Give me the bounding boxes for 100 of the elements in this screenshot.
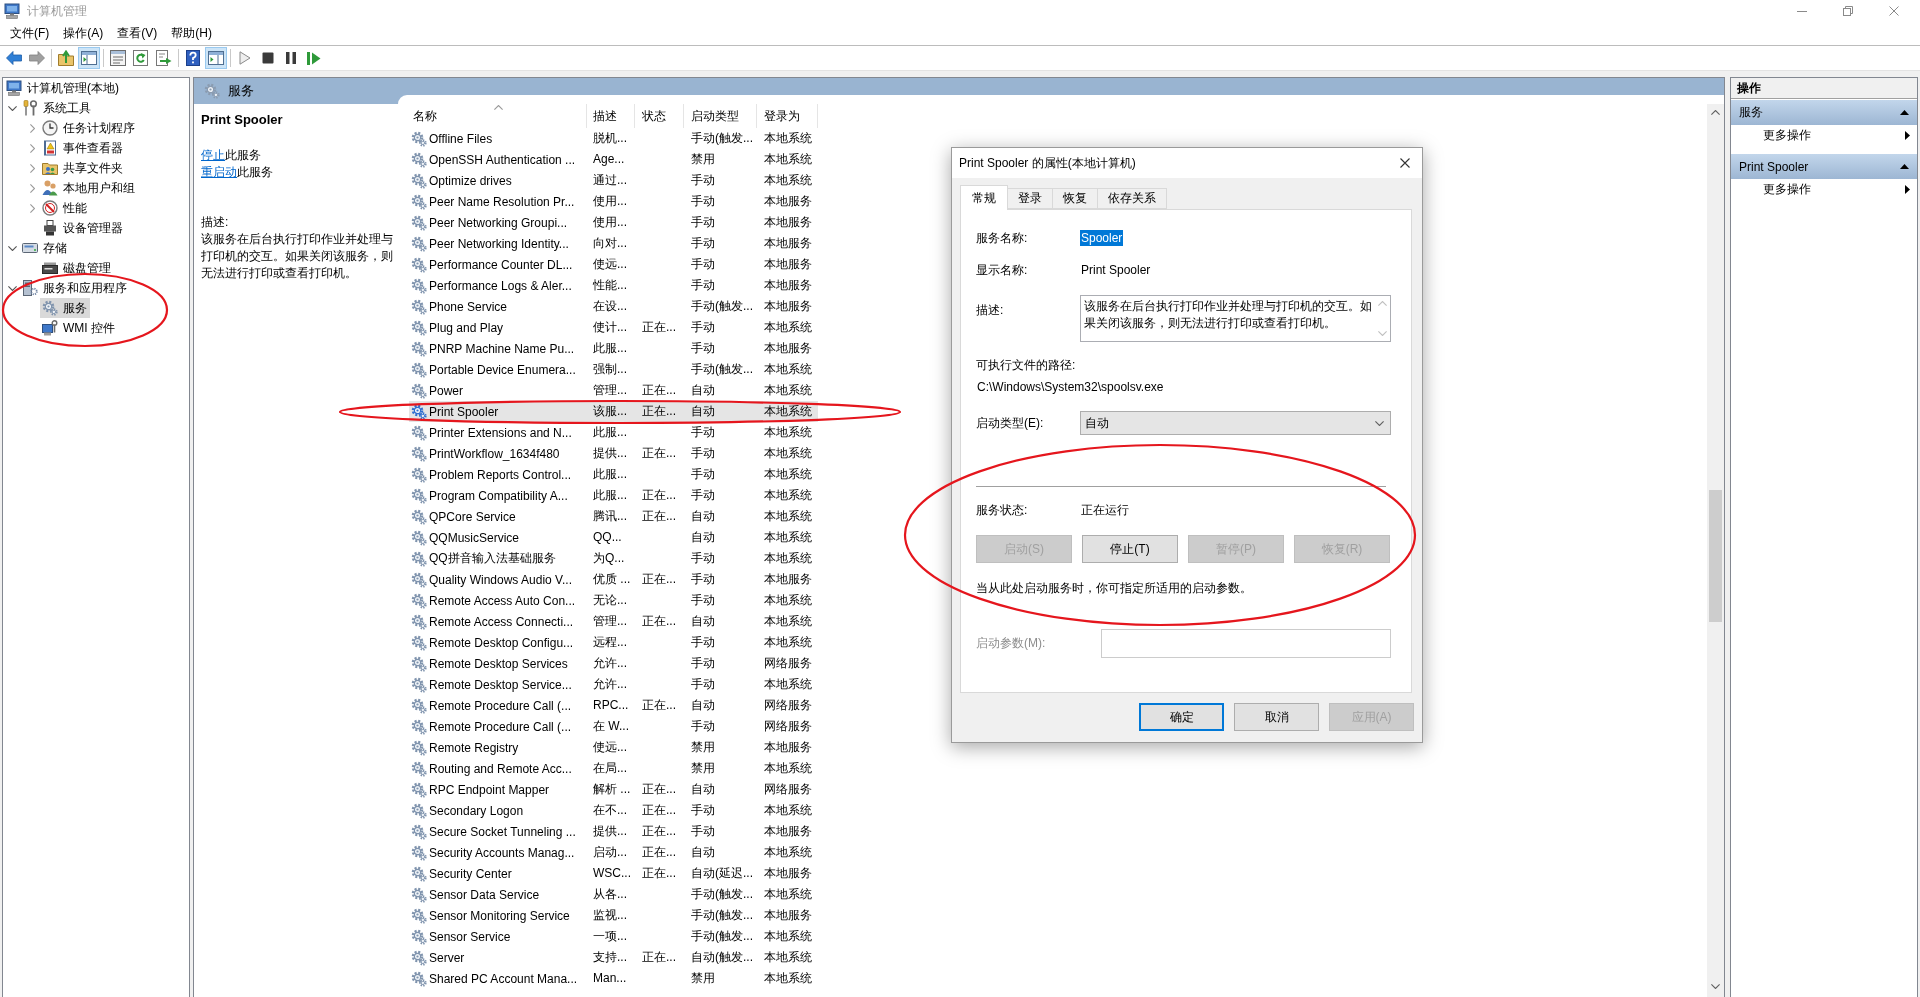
chevron-right-icon[interactable] xyxy=(29,183,35,193)
tree-item[interactable]: 服务和应用程序 xyxy=(20,278,130,298)
service-name: Remote Access Connecti... xyxy=(429,614,574,629)
description-field[interactable]: 该服务在后台执行打印作业并处理与打印机的交互。如果关闭该服务，则无法进行打印或查看打印机。 xyxy=(1080,295,1391,342)
service-row[interactable]: Peer Networking Groupi... 使用... 手动 本地服务 xyxy=(409,212,818,233)
service-row[interactable]: PrintWorkflow_1634f480 提供... 正在... 手动 本地系统 xyxy=(409,443,818,464)
service-row[interactable]: Printer Extensions and N... 此服... 手动 本地系统 xyxy=(409,422,818,443)
service-row[interactable]: Phone Service 在设... 手动(触发... 本地服务 xyxy=(409,296,818,317)
gear-icon xyxy=(411,613,427,630)
tree-item[interactable]: 磁盘管理 xyxy=(40,258,114,278)
service-row[interactable]: Server 支持... 正在... 自动(触发... 本地系统 xyxy=(409,947,818,968)
chevron-down-icon[interactable] xyxy=(7,245,17,251)
tree-item[interactable]: 事件查看器 xyxy=(40,138,126,158)
service-row[interactable]: Quality Windows Audio V... 优质 ... 正在... 手动 本地服务 xyxy=(409,569,818,590)
service-row[interactable]: Program Compatibility A... 此服... 正在... 手动 本地系统 xyxy=(409,485,818,506)
service-row[interactable]: OpenSSH Authentication ... Age... 禁用 本地系统 xyxy=(409,149,818,170)
tree-item[interactable]: 共享文件夹 xyxy=(40,158,126,178)
tree-item[interactable]: 设备管理器 xyxy=(40,218,126,238)
service-row[interactable]: Remote Access Connecti... 管理... 正在... 自动 本地系统 xyxy=(409,611,818,632)
service-row[interactable]: QPCore Service 腾讯... 正在... 自动 本地系统 xyxy=(409,506,818,527)
chevron-down-icon[interactable] xyxy=(7,105,17,111)
service-row[interactable]: Performance Logs & Aler... 性能... 手动 本地服务 xyxy=(409,275,818,296)
startup-type-dropdown[interactable]: 自动 xyxy=(1080,411,1391,435)
tab[interactable]: 登录 xyxy=(1007,188,1053,209)
service-row[interactable]: PNRP Machine Name Pu... 此服... 手动 本地服务 xyxy=(409,338,818,359)
table-cell-text: 本地系统 xyxy=(763,508,813,525)
service-row[interactable]: RPC Endpoint Mapper 解析 ... 正在... 自动 网络服务 xyxy=(409,779,818,800)
service-row[interactable]: Problem Reports Control... 此服... 手动 本地系统 xyxy=(409,464,818,485)
pane-toggle-button[interactable] xyxy=(205,47,227,69)
tree-item[interactable]: 任务计划程序 xyxy=(40,118,138,138)
service-row[interactable]: Remote Desktop Services 允许... 手动 网络服务 xyxy=(409,653,818,674)
tree-item[interactable]: 系统工具 xyxy=(20,98,94,118)
service-row[interactable]: Remote Desktop Service... 允许... 手动 本地系统 xyxy=(409,674,818,695)
service-row[interactable]: Secure Socket Tunneling ... 提供... 正在... 手动 本地服务 xyxy=(409,821,818,842)
service-row[interactable]: Sensor Monitoring Service 监视... 手动(触发... 本地服务 xyxy=(409,905,818,926)
service-row[interactable]: Offline Files 脱机... 手动(触发... 本地系统 xyxy=(409,128,818,149)
service-row[interactable]: Peer Name Resolution Pr... 使用... 手动 本地服务 xyxy=(409,191,818,212)
service-row[interactable]: QQMusicService QQ... 自动 本地系统 xyxy=(409,527,818,548)
service-row[interactable]: Remote Registry 使远... 禁用 本地服务 xyxy=(409,737,818,758)
tree-item[interactable]: 存储 xyxy=(20,238,70,258)
table-cell-text: 手动 xyxy=(690,487,716,504)
scrollbar-thumb[interactable] xyxy=(1709,490,1722,622)
service-row[interactable]: QQ拼音输入法基础服务 为Q... 手动 本地系统 xyxy=(409,548,818,569)
chevron-up-icon xyxy=(1711,110,1720,115)
column-header[interactable]: 登录为 xyxy=(757,104,818,128)
chevron-right-icon[interactable] xyxy=(29,123,35,133)
column-header[interactable]: 状态 xyxy=(635,104,684,128)
service-row[interactable]: Security Accounts Manag... 启动... 正在... 自动 本地系统 xyxy=(409,842,818,863)
stop-button[interactable]: 停止(T) xyxy=(1082,535,1178,563)
service-row[interactable]: Power 管理... 正在... 自动 本地系统 xyxy=(409,380,818,401)
tab[interactable]: 常规 xyxy=(960,185,1008,210)
action-link[interactable]: 重启动 xyxy=(201,165,237,179)
tab[interactable]: 依存关系 xyxy=(1097,188,1167,209)
action-item[interactable]: 更多操作 xyxy=(1731,179,1917,199)
service-row[interactable]: Optimize drives 通过... 手动 本地系统 xyxy=(409,170,818,191)
service-row[interactable]: Performance Counter DL... 使远... 手动 本地服务 xyxy=(409,254,818,275)
column-header[interactable]: 描述 xyxy=(587,104,635,128)
tab[interactable]: 恢复 xyxy=(1052,188,1098,209)
menu-item[interactable]: 查看(V) xyxy=(110,22,165,45)
table-cell-text: 提供... xyxy=(592,445,628,462)
service-row[interactable]: Sensor Data Service 从各... 手动(触发... 本地系统 xyxy=(409,884,818,905)
tree-toggle-button[interactable] xyxy=(78,47,100,69)
service-row[interactable]: Sensor Service 一项... 手动(触发... 本地系统 xyxy=(409,926,818,947)
service-row[interactable]: Peer Networking Identity... 向对... 手动 本地服务 xyxy=(409,233,818,254)
properties-button[interactable] xyxy=(107,47,129,69)
service-row[interactable]: Remote Desktop Configu... 远程... 手动 本地系统 xyxy=(409,632,818,653)
chevron-right-icon[interactable] xyxy=(29,143,35,153)
column-header[interactable]: 启动类型 xyxy=(684,104,757,128)
action-link[interactable]: 停止 xyxy=(201,148,225,162)
triangle-up-icon xyxy=(1900,110,1909,115)
tree-item[interactable]: 服务 xyxy=(40,298,90,318)
tree-item[interactable]: 性能 xyxy=(40,198,90,218)
menu-item[interactable]: 帮助(H) xyxy=(164,22,219,45)
gear-icon xyxy=(411,466,427,483)
section-header[interactable]: 服务 xyxy=(1731,100,1917,125)
menu-item[interactable]: 文件(F) xyxy=(3,22,57,45)
cancel-button[interactable]: 取消 xyxy=(1234,703,1319,731)
menu-item[interactable]: 操作(A) xyxy=(56,22,111,45)
service-row[interactable]: Shared PC Account Mana... Man... 禁用 本地系统 xyxy=(409,968,818,989)
tree-item[interactable]: 本地用户和组 xyxy=(40,178,138,198)
service-row[interactable]: Plug and Play 使计... 正在... 手动 本地系统 xyxy=(409,317,818,338)
tree-item[interactable]: 计算机管理(本地) xyxy=(4,78,122,98)
ok-button[interactable]: 确定 xyxy=(1139,703,1224,731)
tree-item[interactable]: WMI 控件 xyxy=(40,318,118,338)
table-cell-text: 禁用 xyxy=(690,760,716,777)
chevron-right-icon[interactable] xyxy=(29,203,35,213)
column-header[interactable]: 名称 xyxy=(409,104,587,128)
service-name: Phone Service xyxy=(429,299,508,314)
service-row[interactable]: Security Center WSC... 正在... 自动(延迟... 本地服务 xyxy=(409,863,818,884)
service-row[interactable]: Remote Procedure Call (... 在 W... 手动 网络服务 xyxy=(409,716,818,737)
service-row[interactable]: Secondary Logon 在不... 正在... 手动 本地系统 xyxy=(409,800,818,821)
service-row[interactable]: Routing and Remote Acc... 在局... 禁用 本地系统 xyxy=(409,758,818,779)
chevron-right-icon[interactable] xyxy=(29,163,35,173)
section-header[interactable]: Print Spooler xyxy=(1731,154,1917,179)
service-row[interactable]: Portable Device Enumera... 强制... 手动(触发... 本地系统 xyxy=(409,359,818,380)
service-row[interactable]: Remote Procedure Call (... RPC... 正在... 自动 网络服务 xyxy=(409,695,818,716)
up-button[interactable] xyxy=(55,47,77,69)
chevron-down-icon[interactable] xyxy=(7,285,17,291)
service-row[interactable]: Remote Access Auto Con... 无论... 手动 本地系统 xyxy=(409,590,818,611)
action-item[interactable]: 更多操作 xyxy=(1731,125,1917,145)
